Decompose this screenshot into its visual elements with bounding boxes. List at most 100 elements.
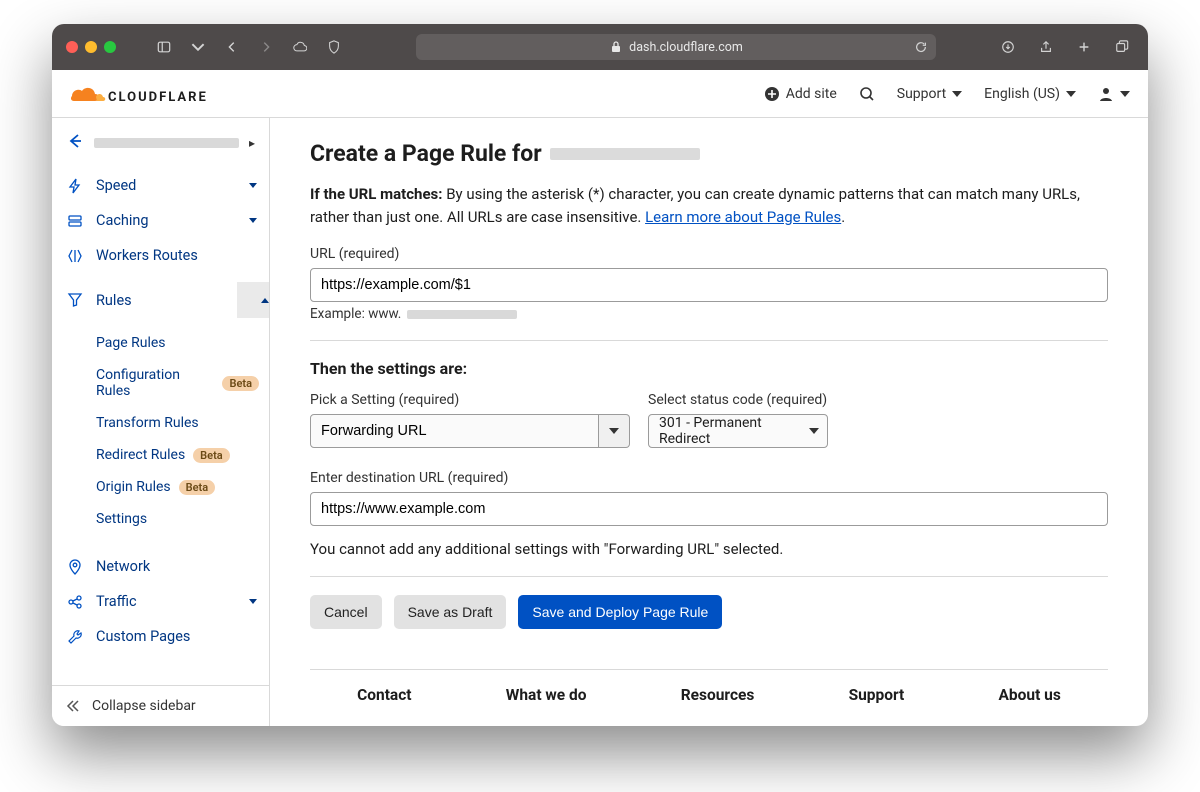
sidebar-toggle-icon[interactable] [152,35,176,59]
bolt-icon [66,178,84,194]
cloudflare-logo[interactable]: CLOUDFLARE [70,83,208,105]
sidebar-sub-configuration-rules[interactable]: Configuration RulesBeta [96,359,269,407]
nav-forward-icon[interactable] [254,35,278,59]
sidebar-item-traffic[interactable]: Traffic [52,584,269,619]
workers-icon [66,248,84,264]
site-name-redacted [550,148,700,160]
chevron-down-icon [1120,91,1130,97]
wrench-icon [66,629,84,645]
footer-col[interactable]: Resources [681,686,755,704]
header-search-button[interactable] [859,86,875,102]
save-deploy-button[interactable]: Save and Deploy Page Rule [518,595,722,629]
collapse-sidebar-button[interactable]: Collapse sidebar [52,685,269,726]
funnel-icon [66,292,84,308]
settings-header: Then the settings are: [310,359,1108,378]
url-example: Example: www. [310,306,1108,322]
add-site-label: Add site [786,86,837,102]
cloudflare-logo-icon [70,83,106,105]
add-site-button[interactable]: Add site [764,86,837,102]
plus-circle-icon [764,86,780,102]
sidebar-item-label: Caching [96,212,149,229]
learn-more-link[interactable]: Learn more about Page Rules [645,208,841,226]
sidebar-sub-origin-rules[interactable]: Origin RulesBeta [96,471,269,503]
search-icon [859,86,875,102]
sidebar-item-label: Rules [96,292,132,309]
sidebar-item-label: Traffic [96,593,137,610]
destination-url-input[interactable] [310,492,1108,526]
intro-text: If the URL matches: By using the asteris… [310,183,1108,228]
nav-back-icon[interactable] [220,35,244,59]
status-code-value: 301 - Permanent Redirect [659,415,797,447]
cloud-icon[interactable] [288,35,312,59]
sidebar-item-speed[interactable]: Speed [52,168,269,203]
example-redacted [407,310,517,319]
collapse-sidebar-label: Collapse sidebar [92,698,196,714]
chevron-down-icon [609,428,619,434]
sidebar-sub-page-rules[interactable]: Page Rules [96,327,269,359]
footer-nav: Contact What we do Resources Support Abo… [310,669,1108,704]
status-code-select[interactable]: 301 - Permanent Redirect [648,414,828,448]
share-nodes-icon [66,594,84,610]
tabs-icon[interactable] [1110,35,1134,59]
sidebar-item-label: Speed [96,177,136,194]
browser-chrome: dash.cloudflare.com [52,24,1148,70]
save-draft-button[interactable]: Save as Draft [394,595,507,629]
share-icon[interactable] [1034,35,1058,59]
footer-col[interactable]: What we do [506,686,587,704]
language-menu[interactable]: English (US) [984,86,1076,102]
main-content: Create a Page Rule for If the URL matche… [270,118,1148,726]
chevron-down-icon [1066,91,1076,97]
sidebar-nav: Speed Caching Workers Routes Rule [52,164,269,685]
pick-setting-select[interactable] [310,414,630,448]
user-icon [1098,86,1114,102]
chevron-down-icon [249,599,257,604]
new-tab-icon[interactable] [1072,35,1096,59]
reload-icon[interactable] [914,40,928,54]
sidebar-sub-settings[interactable]: Settings [96,503,269,535]
address-bar-host: dash.cloudflare.com [629,40,743,55]
support-label: Support [897,86,946,102]
sidebar-item-network[interactable]: Network [52,549,269,584]
pick-setting-value[interactable] [310,414,599,448]
footer-col[interactable]: About us [999,686,1061,704]
window-controls [66,41,116,53]
privacy-shield-icon[interactable] [322,35,346,59]
sidebar-item-label: Workers Routes [96,247,198,264]
sidebar-item-label: Custom Pages [96,628,190,645]
sidebar-item-caching[interactable]: Caching [52,203,269,238]
address-bar[interactable]: dash.cloudflare.com [416,34,936,60]
sidebar-sub-redirect-rules[interactable]: Redirect RulesBeta [96,439,269,471]
back-arrow-icon[interactable] [66,132,84,154]
chevron-down-icon [249,218,257,223]
footer-col[interactable]: Contact [357,686,411,704]
url-input[interactable] [310,268,1108,302]
cancel-button[interactable]: Cancel [310,595,382,629]
beta-badge: Beta [193,448,230,463]
rules-submenu: Page Rules Configuration RulesBeta Trans… [52,327,269,535]
sidebar-item-custom-pages[interactable]: Custom Pages [52,619,269,654]
downloads-icon[interactable] [996,35,1020,59]
select-dropdown-button[interactable] [599,414,630,448]
sidebar-dropdown-icon[interactable] [186,35,210,59]
beta-badge: Beta [179,480,216,495]
site-name-redacted [94,138,239,148]
status-code-label: Select status code (required) [648,392,828,408]
sidebar-item-label: Network [96,558,150,575]
footer-col[interactable]: Support [849,686,905,704]
action-buttons: Cancel Save as Draft Save and Deploy Pag… [310,595,1108,629]
chevron-right-icon: ▸ [249,136,255,150]
fullscreen-window-icon[interactable] [104,41,116,53]
sidebar-breadcrumb[interactable]: ▸ [52,118,269,164]
chevrons-left-icon [66,699,80,713]
close-window-icon[interactable] [66,41,78,53]
logo-text: CLOUDFLARE [108,90,208,105]
pin-icon [66,559,84,575]
support-menu[interactable]: Support [897,86,962,102]
account-menu[interactable] [1098,86,1130,102]
minimize-window-icon[interactable] [85,41,97,53]
sidebar-item-rules[interactable]: Rules [52,273,269,327]
sidebar-item-workers-routes[interactable]: Workers Routes [52,238,269,273]
collapse-toggle[interactable] [237,282,269,318]
sidebar-sub-transform-rules[interactable]: Transform Rules [96,407,269,439]
app-header: CLOUDFLARE Add site Support English (US) [52,70,1148,118]
